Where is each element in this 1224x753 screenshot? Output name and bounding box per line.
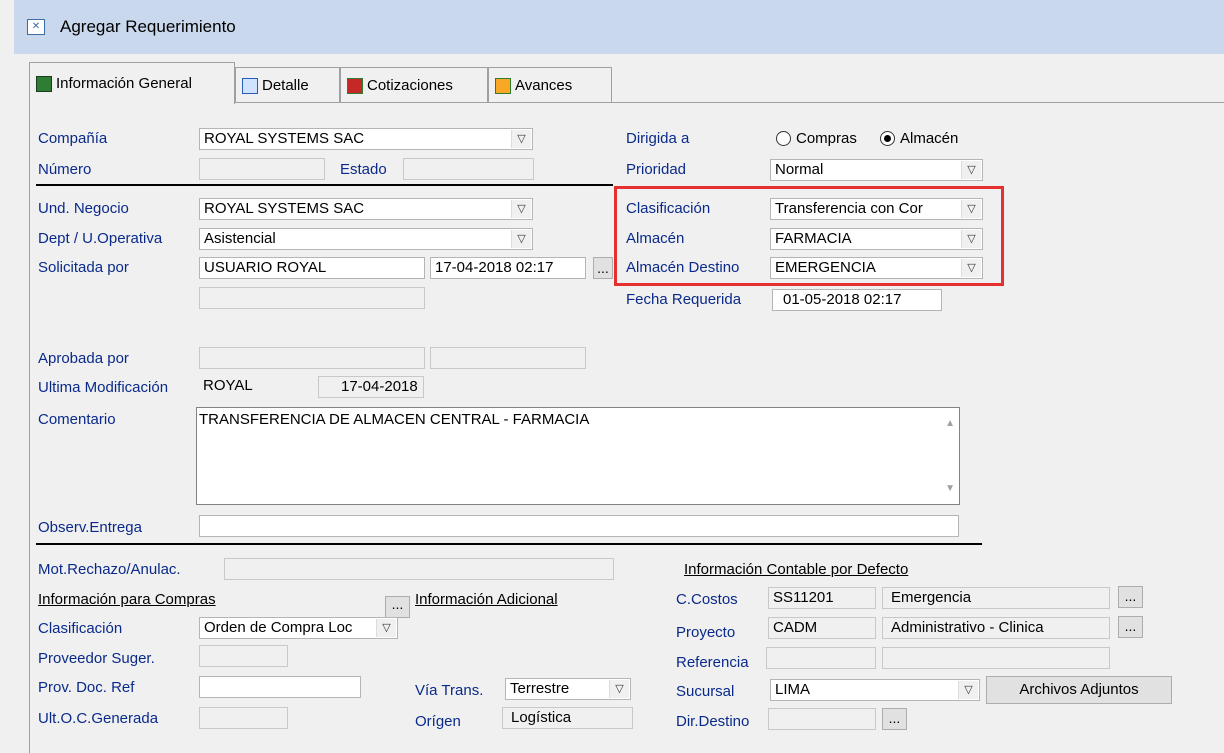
chevron-down-icon: ▽	[961, 161, 981, 179]
progress-icon	[495, 77, 511, 94]
aprobada-field[interactable]	[199, 347, 425, 369]
ult-oc-field[interactable]	[199, 707, 288, 729]
window-titlebar: ✕ Agregar Requerimiento	[14, 0, 1224, 54]
proveedor-label: Proveedor Suger.	[38, 650, 155, 667]
mot-rechazo-field[interactable]	[224, 558, 614, 580]
tab-label: Cotizaciones	[367, 77, 453, 94]
via-trans-label: Vía Trans.	[415, 682, 484, 699]
tab-label: Avances	[515, 77, 573, 94]
via-trans-select[interactable]: Terrestre ▽	[505, 678, 631, 700]
observ-field[interactable]	[199, 515, 959, 537]
comentario-text: TRANSFERENCIA DE ALMACEN CENTRAL - FARMA…	[199, 411, 590, 428]
dir-destino-field[interactable]	[768, 708, 876, 730]
fecha-requerida-field[interactable]: 01-05-2018 02:17	[772, 289, 942, 311]
observ-label: Observ.Entrega	[38, 519, 142, 536]
prov-doc-field[interactable]	[199, 676, 361, 698]
ccostos-lookup-button[interactable]: ...	[1118, 586, 1143, 608]
highlight-box	[614, 186, 1004, 286]
prov-doc-label: Prov. Doc. Ref	[38, 679, 135, 696]
und-negocio-select[interactable]: ROYAL SYSTEMS SAC ▽	[199, 198, 533, 220]
chevron-down-icon: ▽	[376, 619, 396, 637]
scroll-down-icon[interactable]: ▼	[945, 483, 955, 494]
chevron-down-icon: ▽	[958, 681, 978, 699]
ccostos-code-field[interactable]: SS11201	[768, 587, 876, 609]
quote-icon	[347, 77, 363, 94]
separator-line	[36, 543, 982, 545]
ult-oc-label: Ult.O.C.Generada	[38, 710, 159, 727]
scroll-up-icon[interactable]: ▲	[945, 418, 955, 429]
referencia-label: Referencia	[676, 654, 749, 671]
proyecto-lookup-button[interactable]: ...	[1118, 616, 1143, 638]
tab-label: Detalle	[262, 77, 309, 94]
origen-label: Orígen	[415, 713, 461, 730]
dept-select[interactable]: Asistencial ▽	[199, 228, 533, 250]
radio-almacen[interactable]	[880, 131, 895, 146]
mot-rechazo-label: Mot.Rechazo/Anulac.	[38, 561, 181, 578]
dept-label: Dept / U.Operativa	[38, 230, 163, 247]
solicitada-extra-field[interactable]	[199, 287, 425, 309]
aprobada-label: Aprobada por	[38, 350, 129, 367]
info-compras-heading: Información para Compras	[38, 591, 216, 608]
und-negocio-label: Und. Negocio	[38, 200, 129, 217]
dir-destino-label: Dir.Destino	[676, 713, 750, 730]
radio-almacen-label: Almacén	[900, 130, 959, 147]
tab-label: Información General	[56, 75, 192, 92]
tab-cotizaciones[interactable]: Cotizaciones	[340, 67, 488, 103]
clasif-select[interactable]: Orden de Compra Loc ▽	[199, 617, 398, 639]
tab-detalle[interactable]: Detalle	[235, 67, 340, 103]
solicitada-field[interactable]: USUARIO ROYAL	[199, 257, 425, 279]
origen-field: Logística	[502, 707, 633, 729]
sucursal-select[interactable]: LIMA ▽	[770, 679, 980, 701]
numero-label: Número	[38, 161, 92, 178]
aprobada-fecha-field[interactable]	[430, 347, 586, 369]
proyecto-label: Proyecto	[676, 624, 736, 641]
radio-compras[interactable]	[776, 131, 791, 146]
numero-field[interactable]	[199, 158, 325, 180]
info-contable-heading: Información Contable por Defecto	[684, 561, 909, 578]
ccostos-label: C.Costos	[676, 591, 738, 608]
window-title: Agregar Requerimiento	[60, 17, 236, 36]
referencia-name-field[interactable]	[882, 647, 1110, 669]
archivos-adjuntos-button[interactable]: Archivos Adjuntos	[986, 676, 1172, 704]
radio-compras-label: Compras	[796, 130, 857, 147]
chevron-down-icon: ▽	[511, 130, 531, 148]
ultima-mod-fecha-field: 17-04-2018	[318, 376, 424, 398]
ccostos-name-field[interactable]: Emergencia	[882, 587, 1110, 609]
info-adicional-heading: Información Adicional	[415, 591, 558, 608]
solicitada-lookup-button[interactable]: ...	[593, 257, 613, 279]
proveedor-field[interactable]	[199, 645, 288, 667]
comentario-textarea[interactable]: TRANSFERENCIA DE ALMACEN CENTRAL - FARMA…	[196, 407, 960, 505]
info-compras-lookup-button[interactable]: ...	[385, 596, 410, 618]
dirigida-label: Dirigida a	[626, 130, 690, 147]
clasif-label: Clasificación	[38, 620, 123, 637]
prioridad-select[interactable]: Normal ▽	[770, 159, 983, 181]
comentario-label: Comentario	[38, 411, 116, 428]
referencia-code-field[interactable]	[766, 647, 876, 669]
prioridad-label: Prioridad	[626, 161, 687, 178]
proyecto-name-field[interactable]: Administrativo - Clinica	[882, 617, 1110, 639]
estado-field[interactable]	[403, 158, 534, 180]
tab-avances[interactable]: Avances	[488, 67, 612, 103]
chevron-down-icon: ▽	[609, 680, 629, 698]
chevron-down-icon: ▽	[511, 230, 531, 248]
app-icon: ✕	[27, 19, 45, 35]
proyecto-code-field[interactable]: CADM	[768, 617, 876, 639]
sucursal-label: Sucursal	[676, 683, 735, 700]
separator-line	[36, 184, 613, 186]
solicitada-label: Solicitada por	[38, 259, 129, 276]
ultima-mod-label: Ultima Modificación	[38, 379, 169, 396]
grid-icon	[242, 77, 258, 94]
compania-label: Compañía	[38, 130, 108, 147]
tab-informacion-general[interactable]: Información General	[29, 62, 235, 104]
chevron-down-icon: ▽	[511, 200, 531, 218]
ultima-mod-user-field: ROYAL	[199, 376, 309, 398]
solicitada-fecha-field[interactable]: 17-04-2018 02:17	[430, 257, 586, 279]
book-icon	[36, 75, 52, 92]
fecha-requerida-label: Fecha Requerida	[626, 291, 742, 308]
estado-label: Estado	[340, 161, 387, 178]
dir-destino-lookup-button[interactable]: ...	[882, 708, 907, 730]
compania-select[interactable]: ROYAL SYSTEMS SAC ▽	[199, 128, 533, 150]
